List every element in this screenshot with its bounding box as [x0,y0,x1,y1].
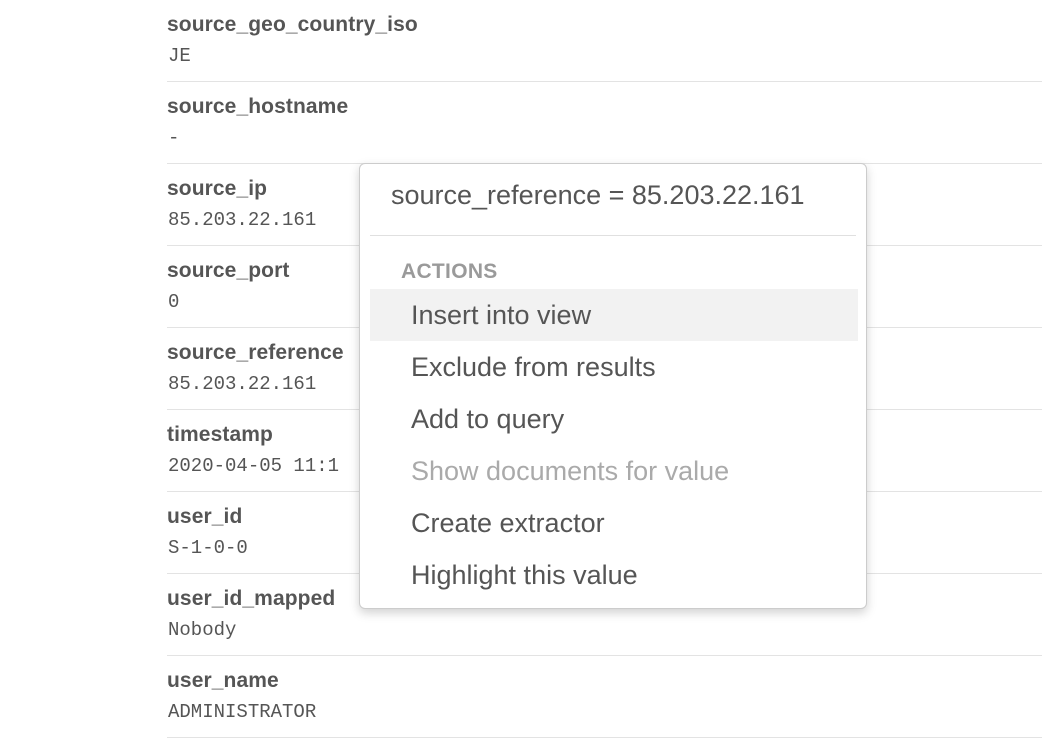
menu-item-show-documents-for-value: Show documents for value [411,456,730,486]
field-name[interactable]: user_id_mapped [167,587,335,611]
menu-item-insert-into-view[interactable]: Insert into view [370,289,858,341]
field-name[interactable]: timestamp [167,423,273,447]
field-name[interactable]: source_geo_country_iso [167,13,418,37]
field-value[interactable]: 85.203.22.161 [168,373,316,395]
actions-menu: Insert into view Exclude from results Ad… [370,289,858,601]
actions-header: ACTIONS [401,260,498,283]
popover-title: source_reference = 85.203.22.161 [391,180,805,210]
field-name[interactable]: user_id [167,505,242,529]
field-row: user_name ADMINISTRATOR [167,656,1042,738]
menu-item-exclude-from-results[interactable]: Exclude from results [370,341,858,393]
field-name[interactable]: source_hostname [167,95,348,119]
field-name[interactable]: source_reference [167,341,344,365]
popover-divider [370,235,856,236]
field-value[interactable]: S-1-0-0 [168,537,248,559]
menu-item-add-to-query[interactable]: Add to query [370,393,858,445]
field-value[interactable]: 0 [168,291,179,313]
menu-item-create-extractor[interactable]: Create extractor [370,497,858,549]
field-value[interactable]: ADMINISTRATOR [168,701,316,723]
menu-item-highlight-this-value[interactable]: Highlight this value [370,549,858,601]
field-name[interactable]: source_ip [167,177,267,201]
value-actions-popover: source_reference = 85.203.22.161 ACTIONS… [359,163,867,609]
field-row: source_hostname - [167,82,1042,164]
field-value[interactable]: 2020-04-05 11:1 [168,455,339,477]
field-value[interactable]: Nobody [168,619,236,641]
field-row: source_geo_country_iso JE [167,0,1042,82]
field-value[interactable]: - [168,127,179,149]
message-detail-page: source_geo_country_iso JE source_hostnam… [0,0,1042,756]
field-name[interactable]: source_port [167,259,289,283]
field-value[interactable]: 85.203.22.161 [168,209,316,231]
field-name[interactable]: user_name [167,669,279,693]
field-value[interactable]: JE [168,45,191,67]
